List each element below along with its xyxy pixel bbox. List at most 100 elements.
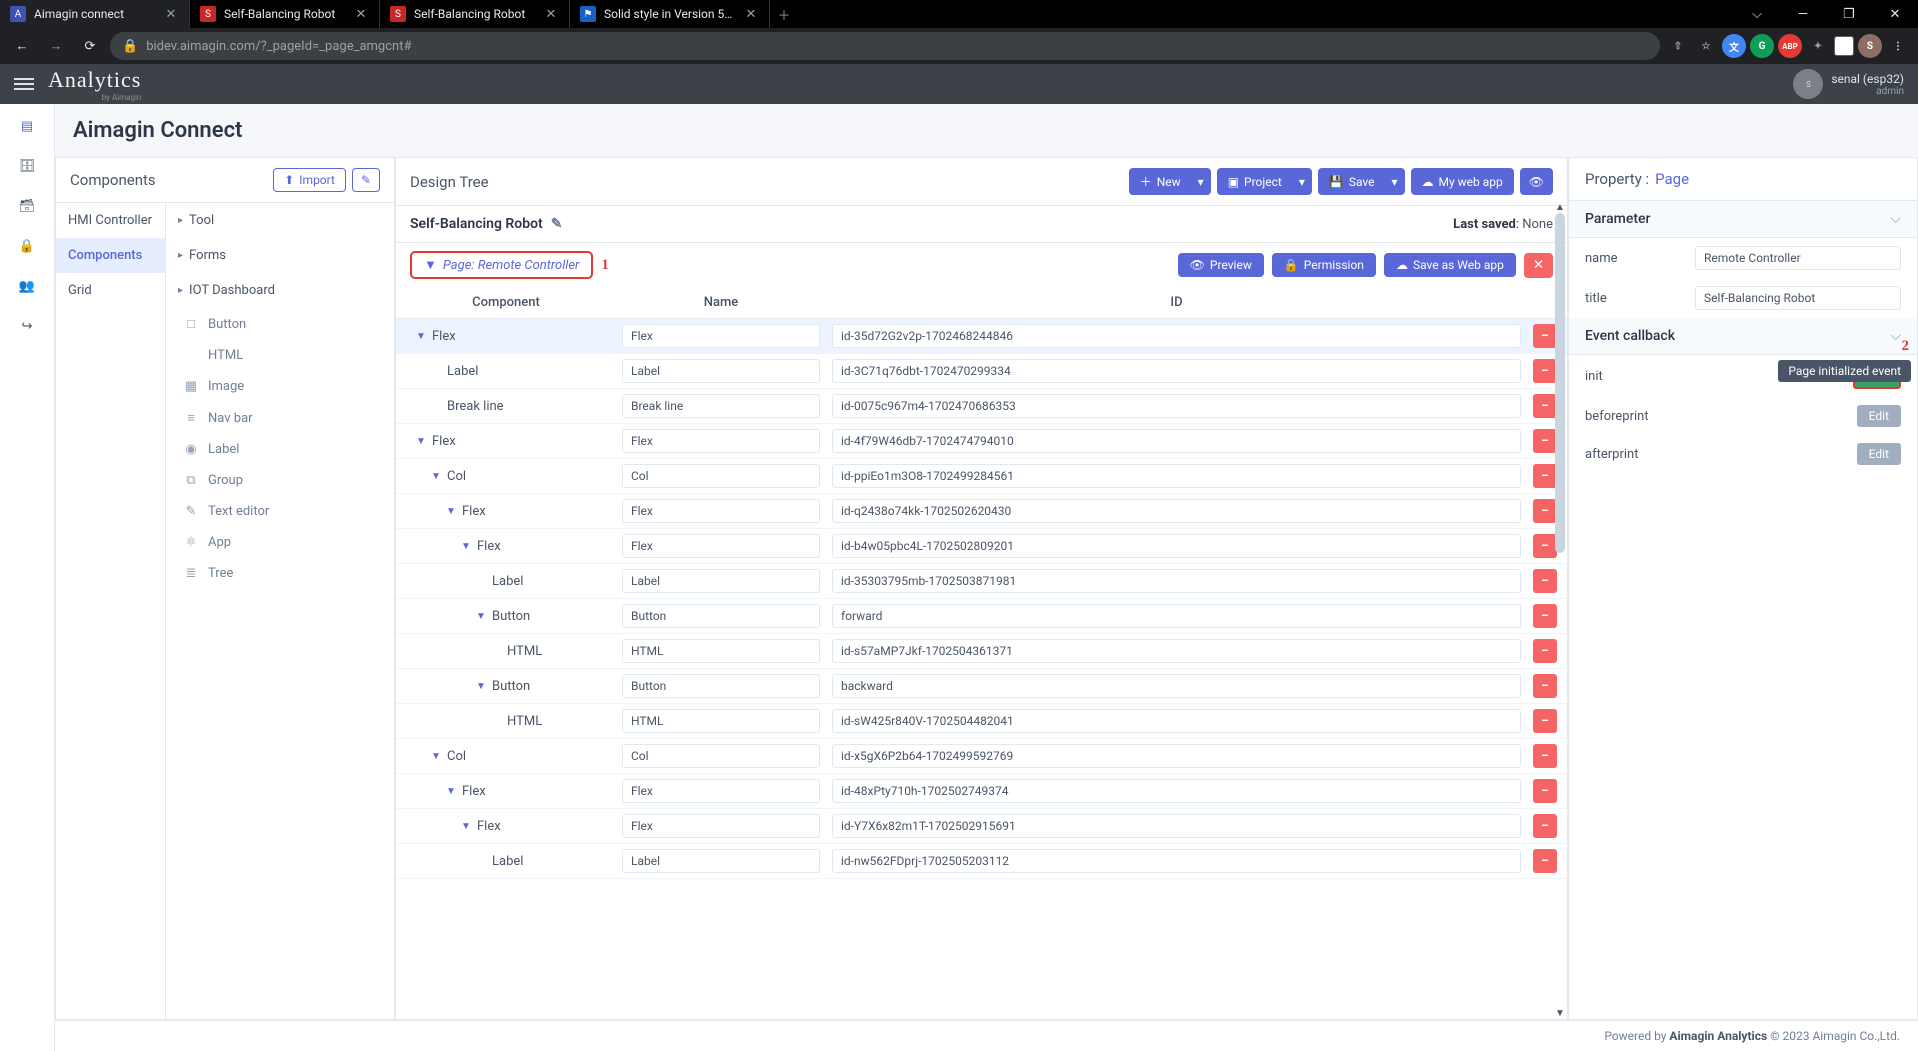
rail-users-icon[interactable]: 👥 <box>17 276 37 296</box>
browser-tab[interactable]: SSelf-Balancing Robot✕ <box>380 0 570 28</box>
close-tab-icon[interactable]: ✕ <box>743 7 759 22</box>
caret-down-icon[interactable]: ▼ <box>461 541 473 552</box>
rail-logout-icon[interactable]: ↪ <box>17 316 37 336</box>
adblock-ext-icon[interactable]: ABP <box>1778 34 1802 58</box>
new-button-caret[interactable]: ▾ <box>1191 168 1211 195</box>
preview-button[interactable]: 👁Preview <box>1178 253 1264 277</box>
tree-row[interactable]: ▼ Col − <box>396 739 1567 774</box>
delete-page-button[interactable]: ✕ <box>1524 253 1553 278</box>
tree-id-input[interactable] <box>832 499 1521 523</box>
tree-id-input[interactable] <box>832 674 1521 698</box>
edit-project-icon[interactable]: ✎ <box>551 216 563 232</box>
browser-tab[interactable]: AAimagin connect✕ <box>0 0 190 28</box>
tree-name-input[interactable] <box>622 534 820 558</box>
minimize-button[interactable]: ― <box>1780 0 1826 28</box>
rail-page-icon[interactable]: ▤ <box>17 116 37 136</box>
design-scrollbar[interactable]: ▲ ▼ <box>1553 202 1567 1019</box>
save-button[interactable]: 💾Save <box>1318 168 1385 195</box>
tree-name-input[interactable] <box>622 814 820 838</box>
translate-ext-icon[interactable]: 文 <box>1722 34 1746 58</box>
new-button[interactable]: ＋New <box>1129 168 1191 195</box>
tree-id-input[interactable] <box>832 639 1521 663</box>
browser-tab[interactable]: SSelf-Balancing Robot✕ <box>190 0 380 28</box>
forward-button[interactable]: → <box>42 32 70 60</box>
tree-name-input[interactable] <box>622 744 820 768</box>
browser-tab[interactable]: ⚑Solid style in Version 5 | Font Aw✕ <box>570 0 770 28</box>
extensions-icon[interactable]: ✦ <box>1806 34 1830 58</box>
tree-row[interactable]: Break line − <box>396 389 1567 424</box>
tree-id-input[interactable] <box>832 569 1521 593</box>
maximize-button[interactable]: ❐ <box>1826 0 1872 28</box>
caret-down-icon[interactable]: ▼ <box>476 681 488 692</box>
component-item[interactable]: ✎Text editor <box>166 496 394 527</box>
grammarly-ext-icon[interactable]: G <box>1750 34 1774 58</box>
tree-id-input[interactable] <box>832 744 1521 768</box>
tree-id-input[interactable] <box>832 429 1521 453</box>
tree-id-input[interactable] <box>832 849 1521 873</box>
close-tab-icon[interactable]: ✕ <box>353 7 369 22</box>
permission-button[interactable]: 🔒Permission <box>1272 253 1376 277</box>
view-button[interactable]: 👁 <box>1520 168 1553 195</box>
chevron-down-icon[interactable]: ⌵ <box>1734 0 1780 28</box>
caret-down-icon[interactable]: ▼ <box>431 751 443 762</box>
save-as-web-button[interactable]: ☁Save as Web app <box>1384 253 1516 277</box>
name-input[interactable] <box>1695 246 1901 270</box>
tree-row[interactable]: ▼ Col − <box>396 459 1567 494</box>
component-category[interactable]: ▸Tool <box>166 203 394 238</box>
edit-event-button[interactable]: Edit <box>1857 405 1901 427</box>
parameter-section[interactable]: Parameter ⌵ <box>1569 201 1917 238</box>
tree-name-input[interactable] <box>622 569 820 593</box>
component-tab[interactable]: Grid <box>56 273 165 308</box>
close-tab-icon[interactable]: ✕ <box>163 7 179 22</box>
component-item[interactable]: ◉Label <box>166 434 394 465</box>
tree-row[interactable]: Label − <box>396 844 1567 879</box>
tree-name-input[interactable] <box>622 639 820 663</box>
tree-row[interactable]: ▼ Flex − <box>396 529 1567 564</box>
caret-down-icon[interactable]: ▼ <box>431 471 443 482</box>
title-input[interactable] <box>1695 286 1901 310</box>
edit-components-button[interactable]: ✎ <box>352 168 380 192</box>
caret-down-icon[interactable]: ▼ <box>416 436 428 447</box>
tree-id-input[interactable] <box>832 814 1521 838</box>
tree-row[interactable]: ▼ Flex − <box>396 424 1567 459</box>
tree-name-input[interactable] <box>622 674 820 698</box>
caret-down-icon[interactable]: ▼ <box>476 611 488 622</box>
browser-menu-icon[interactable]: ⋮ <box>1886 34 1910 58</box>
caret-down-icon[interactable]: ▼ <box>461 821 473 832</box>
component-category[interactable]: ▸IOT Dashboard <box>166 273 394 308</box>
tree-row[interactable]: Label − <box>396 354 1567 389</box>
tree-row[interactable]: ▼ Flex − <box>396 319 1567 354</box>
caret-down-icon[interactable]: ▼ <box>446 506 458 517</box>
component-tab[interactable]: HMI Controller <box>56 203 165 238</box>
close-tab-icon[interactable]: ✕ <box>543 7 559 22</box>
tree-row[interactable]: ▼ Button − <box>396 669 1567 704</box>
component-tab[interactable]: Components <box>56 238 165 273</box>
tree-row[interactable]: ▼ Flex − <box>396 494 1567 529</box>
component-item[interactable]: ⚛App <box>166 527 394 558</box>
my-web-app-button[interactable]: ☁My web app <box>1411 168 1514 195</box>
tree-name-input[interactable] <box>622 324 820 348</box>
tree-row[interactable]: HTML − <box>396 634 1567 669</box>
page-selector[interactable]: ▼ Page: Remote Controller <box>410 251 593 279</box>
share-icon[interactable]: ⇧ <box>1666 34 1690 58</box>
hamburger-icon[interactable] <box>14 78 34 90</box>
edit-event-button[interactable]: Edit <box>1857 443 1901 465</box>
tree-name-input[interactable] <box>622 779 820 803</box>
tree-name-input[interactable] <box>622 464 820 488</box>
import-button[interactable]: ⬆Import <box>273 168 346 192</box>
component-item[interactable]: ⧉Group <box>166 465 394 496</box>
close-window-button[interactable]: ✕ <box>1872 0 1918 28</box>
tree-id-input[interactable] <box>832 534 1521 558</box>
tree-row[interactable]: ▼ Flex − <box>396 809 1567 844</box>
tree-name-input[interactable] <box>622 359 820 383</box>
caret-down-icon[interactable]: ▼ <box>446 786 458 797</box>
rail-lock-icon[interactable]: 🔒 <box>17 236 37 256</box>
component-item[interactable]: HTML <box>166 340 394 371</box>
tree-id-input[interactable] <box>832 464 1521 488</box>
rail-database-icon[interactable]: 🗄 <box>17 156 37 176</box>
sidepanel-icon[interactable] <box>1834 36 1854 56</box>
tree-name-input[interactable] <box>622 429 820 453</box>
reload-button[interactable]: ⟳ <box>76 32 104 60</box>
user-avatar[interactable]: S <box>1793 69 1823 99</box>
project-button[interactable]: ▣Project <box>1217 168 1292 195</box>
